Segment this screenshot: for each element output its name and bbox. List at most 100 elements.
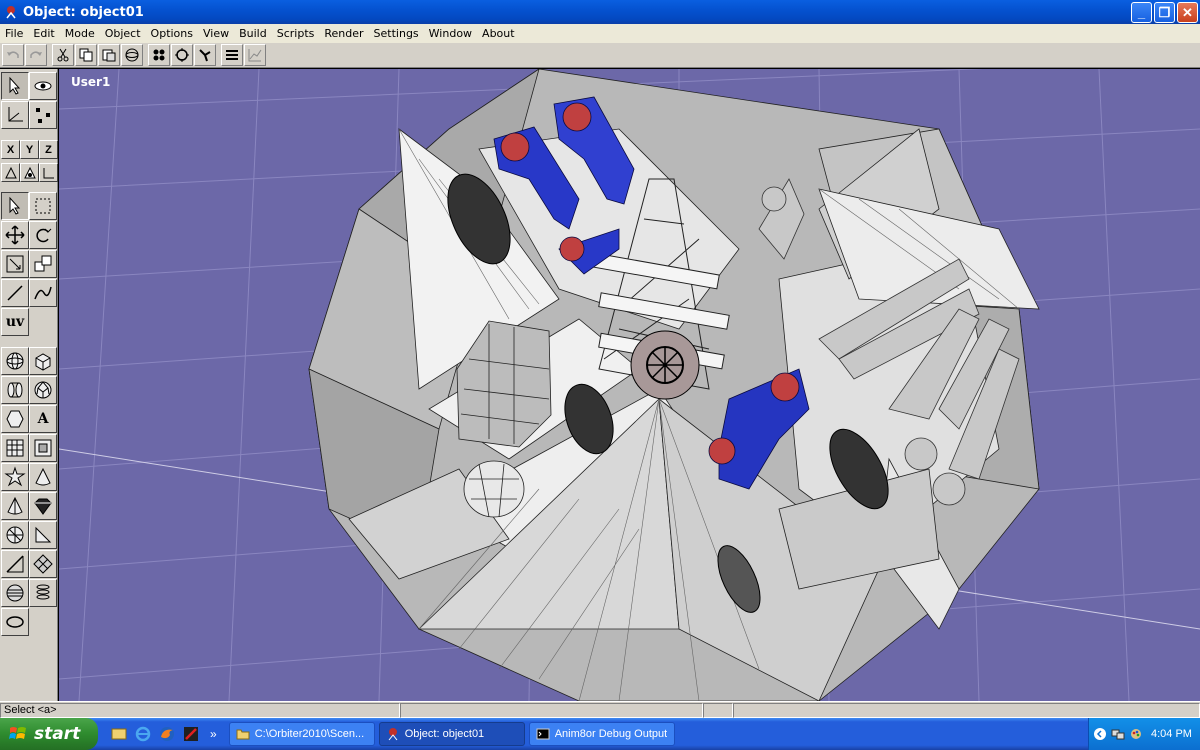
menu-about[interactable]: About [477, 27, 520, 40]
menu-settings[interactable]: Settings [369, 27, 424, 40]
axis-icon [8, 107, 23, 122]
anim8or-app-icon[interactable] [3, 4, 19, 20]
close-button[interactable]: ✕ [1177, 2, 1198, 23]
spring-tool-button[interactable] [29, 579, 57, 607]
menu-scripts[interactable]: Scripts [272, 27, 320, 40]
redo-button[interactable] [25, 44, 47, 66]
axis-z-button[interactable]: Z [39, 140, 58, 159]
nonuniform-scale-button[interactable] [29, 250, 57, 278]
torus-tool-button[interactable] [1, 579, 29, 607]
cube-tool-button[interactable] [29, 347, 57, 375]
graph-button[interactable] [244, 44, 266, 66]
start-label: start [34, 724, 81, 744]
cut-icon [57, 48, 69, 62]
coord-world-button[interactable] [1, 163, 20, 182]
axis-x-button[interactable]: X [1, 140, 20, 159]
menu-file[interactable]: File [0, 27, 28, 40]
uv-tool-button[interactable]: uv [1, 308, 29, 336]
undo-button[interactable] [2, 44, 24, 66]
firefox-icon[interactable] [158, 725, 176, 743]
text-tool-button[interactable]: A [29, 405, 57, 433]
rotate-button[interactable] [171, 44, 193, 66]
move-icon [5, 225, 25, 245]
coord-object-button[interactable] [20, 163, 39, 182]
screen-axes-icon [43, 167, 54, 178]
menu-window[interactable]: Window [424, 27, 477, 40]
view-button[interactable] [29, 72, 57, 100]
drag-select-button[interactable] [29, 192, 57, 220]
copy-button[interactable] [75, 44, 97, 66]
network-icon[interactable] [1111, 727, 1125, 741]
slice-icon [6, 526, 24, 544]
knife-tool-button[interactable] [1, 550, 29, 578]
media-app-icon[interactable] [182, 725, 200, 743]
sphere-view-button[interactable] [121, 44, 143, 66]
axis-button[interactable] [1, 101, 29, 129]
line-tool-button[interactable] [1, 279, 29, 307]
polygon-tool-button[interactable] [1, 405, 29, 433]
select-tool-button[interactable] [1, 192, 29, 220]
viewport-user1[interactable]: User1 [59, 69, 1200, 701]
redo-icon [30, 51, 42, 58]
internet-explorer-icon[interactable] [134, 725, 152, 743]
task-anim8or-object[interactable]: Object: object01 [378, 722, 525, 746]
axis-y-button[interactable]: Y [20, 140, 39, 159]
minimize-button[interactable]: _ [1131, 2, 1152, 23]
cut-button[interactable] [52, 44, 74, 66]
grid-button[interactable] [148, 44, 170, 66]
cylinder-tool-button[interactable] [1, 376, 29, 404]
lathe-tool-button[interactable] [1, 492, 29, 520]
status-text: Select <a> [0, 702, 400, 718]
show-desktop-icon[interactable] [110, 725, 128, 743]
extrude-icon [34, 439, 52, 457]
list-button[interactable] [221, 44, 243, 66]
rotate-icon [175, 48, 189, 62]
menu-view[interactable]: View [198, 27, 234, 40]
menu-options[interactable]: Options [146, 27, 198, 40]
quicklaunch-more-button[interactable]: » [210, 727, 217, 741]
gem-tool-button[interactable] [29, 492, 57, 520]
clock: 4:04 PM [1151, 728, 1192, 740]
sphere-slice-button[interactable] [1, 521, 29, 549]
bevel-tool-button[interactable] [29, 521, 57, 549]
maximize-button[interactable]: ❐ [1154, 2, 1175, 23]
move-tool-button[interactable] [1, 221, 29, 249]
taskbar: start » C:\Orbiter2010\Scen... Object: o… [0, 718, 1200, 750]
spline-tool-button[interactable] [29, 279, 57, 307]
cone-tool-button[interactable] [29, 463, 57, 491]
rotate-tool-icon [36, 228, 52, 243]
tray-back-icon[interactable] [1093, 727, 1107, 741]
coord-screen-button[interactable] [39, 163, 58, 182]
snap-button[interactable] [194, 44, 216, 66]
paint-icon[interactable] [1129, 727, 1143, 741]
grid-mesh-button[interactable] [1, 434, 29, 462]
ring-tool-button[interactable] [1, 608, 29, 636]
menu-edit[interactable]: Edit [28, 27, 59, 40]
extrude-tool-button[interactable] [29, 434, 57, 462]
lathe-icon [7, 496, 23, 515]
cone-icon [35, 467, 51, 486]
line-icon [7, 285, 23, 301]
menu-render[interactable]: Render [319, 27, 368, 40]
arrow-select-button[interactable] [1, 72, 29, 100]
subdivide-tool-button[interactable] [29, 550, 57, 578]
model-view[interactable] [59, 69, 1200, 701]
menu-mode[interactable]: Mode [60, 27, 100, 40]
points-button[interactable] [29, 101, 57, 129]
menu-object[interactable]: Object [100, 27, 146, 40]
scale-tool-button[interactable] [1, 250, 29, 278]
geosphere-tool-button[interactable] [29, 376, 57, 404]
undo-icon [7, 51, 19, 58]
sphere-tool-button[interactable] [1, 347, 29, 375]
snap-icon [199, 49, 211, 62]
paste-button[interactable] [98, 44, 120, 66]
star-tool-button[interactable] [1, 463, 29, 491]
task-folder[interactable]: C:\Orbiter2010\Scen... [228, 722, 375, 746]
task-debug-output[interactable]: Anim8or Debug Output [528, 722, 675, 746]
rotate-tool-button[interactable] [29, 221, 57, 249]
menu-build[interactable]: Build [234, 27, 272, 40]
pointer-icon [9, 196, 21, 215]
folder-icon [236, 729, 250, 740]
nonuniform-scale-icon [34, 255, 52, 272]
start-button[interactable]: start [0, 718, 98, 750]
